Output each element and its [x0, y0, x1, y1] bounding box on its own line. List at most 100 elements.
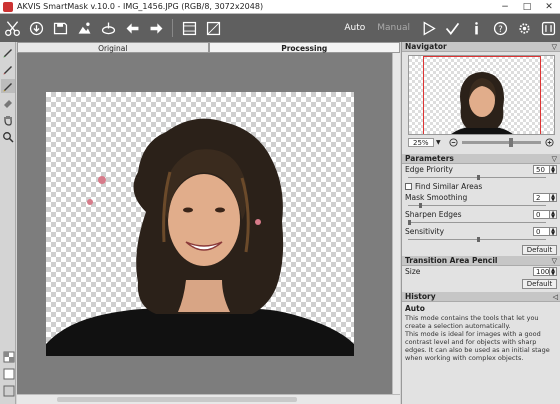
settings-panel: Navigator ▽ 25% ▼ Parameters ▽ Edge Priori…	[401, 42, 560, 404]
edge-priority-row: Edge Priority 50 ▲ ▼	[402, 164, 560, 175]
transition-pencil-title: Transition Area Pencil	[405, 256, 498, 265]
open-image-icon[interactable]	[25, 17, 47, 39]
zoom-out-icon[interactable]	[449, 138, 459, 148]
edge-priority-label: Edge Priority	[405, 165, 453, 174]
collapse-arrow-icon[interactable]: ◁	[553, 292, 558, 302]
sharpen-edges-row: Sharpen Edges 0 ▲ ▼	[402, 209, 560, 220]
scissors-icon[interactable]	[1, 17, 23, 39]
parameters-default-button[interactable]: Default	[522, 244, 557, 255]
drop-pencil-icon[interactable]	[1, 62, 15, 76]
sensitivity-spinner[interactable]: ▲ ▼	[550, 227, 557, 237]
collapse-arrow-icon[interactable]: ▽	[552, 42, 557, 52]
hand-icon[interactable]	[1, 113, 15, 127]
app-icon	[3, 1, 13, 12]
sensitivity-input[interactable]: 0	[533, 227, 550, 236]
chevron-down-icon[interactable]: ▼	[436, 139, 441, 146]
apply-check-icon[interactable]	[441, 17, 463, 39]
color-bg-icon[interactable]	[2, 384, 16, 398]
navigator-view-frame[interactable]	[423, 56, 541, 134]
parameters-header[interactable]: Parameters ▽	[402, 154, 560, 164]
slider-knob[interactable]	[419, 203, 423, 208]
title-bar: AKVIS SmartMask v.10.0 - IMG_1456.JPG (R…	[0, 0, 560, 14]
play-icon[interactable]	[417, 17, 439, 39]
horizontal-scroll-thumb[interactable]	[57, 397, 297, 402]
zoom-icon[interactable]	[1, 130, 15, 144]
find-similar-label: Find Similar Areas	[415, 182, 483, 191]
manual-mode-button[interactable]: Manual	[377, 23, 410, 33]
transition-pencil-header[interactable]: Transition Area Pencil ▽	[402, 256, 560, 266]
crop-icon[interactable]	[202, 17, 224, 39]
zoom-slider[interactable]	[461, 138, 541, 147]
parameters-title: Parameters	[405, 154, 454, 163]
size-spinner[interactable]: ▲ ▼	[550, 267, 557, 277]
size-row: Size 100 ▲ ▼	[402, 266, 560, 277]
sensitivity-slider[interactable]	[408, 237, 546, 242]
auto-mode-button[interactable]: Auto	[344, 23, 365, 33]
slider-knob[interactable]	[477, 175, 480, 180]
toolbar-separator	[172, 19, 173, 37]
navigator-title: Navigator	[405, 42, 447, 51]
edge-priority-spinner[interactable]: ▲ ▼	[550, 165, 557, 175]
sharpen-edges-label: Sharpen Edges	[405, 210, 462, 219]
sensitivity-label: Sensitivity	[405, 227, 445, 236]
history-text-1: This mode contains the tools that let yo…	[405, 314, 539, 330]
sharpen-edges-spinner[interactable]: ▲ ▼	[550, 210, 557, 220]
redo-icon[interactable]	[145, 17, 167, 39]
publish-icon[interactable]	[97, 17, 119, 39]
find-similar-checkbox[interactable]	[405, 183, 412, 190]
history-header[interactable]: History ◁	[402, 292, 560, 302]
collapse-arrow-icon[interactable]: ▽	[552, 256, 557, 266]
keep-pencil-icon[interactable]	[1, 45, 15, 59]
slider-knob[interactable]	[408, 220, 411, 225]
minimize-button[interactable]: −	[494, 0, 516, 14]
zoom-in-icon[interactable]	[544, 138, 554, 148]
mask-smoothing-spinner[interactable]: ▲ ▼	[550, 193, 557, 203]
film-icon[interactable]	[178, 17, 200, 39]
info-icon[interactable]	[465, 17, 487, 39]
pencil-default-row: Default	[402, 277, 560, 290]
mask-smoothing-slider[interactable]	[408, 203, 546, 208]
white-bg-icon[interactable]	[2, 367, 16, 381]
navigator-preview[interactable]	[408, 55, 555, 135]
parameters-default-row: Default	[402, 243, 560, 256]
slider-knob[interactable]	[477, 237, 480, 242]
undo-icon[interactable]	[121, 17, 143, 39]
collapse-arrow-icon[interactable]: ▽	[552, 154, 557, 164]
sharpen-edges-input[interactable]: 0	[533, 210, 550, 219]
history-subtitle: Auto	[405, 304, 425, 313]
tab-processing[interactable]: Processing	[208, 42, 400, 53]
checker-bg-icon[interactable]	[2, 350, 16, 364]
sharpen-edges-slider[interactable]	[408, 220, 546, 225]
preferences-icon[interactable]	[537, 17, 559, 39]
edge-priority-input[interactable]: 50	[533, 165, 550, 174]
image-canvas[interactable]	[17, 53, 392, 394]
tools-panel	[0, 42, 16, 404]
zoom-slider-knob[interactable]	[509, 138, 514, 147]
vertical-scrollbar[interactable]	[392, 53, 400, 394]
sensitivity-row: Sensitivity 0 ▲ ▼	[402, 226, 560, 237]
pencil-default-button[interactable]: Default	[522, 278, 557, 289]
size-input[interactable]: 100	[533, 267, 550, 276]
zoom-select[interactable]: 25%	[408, 138, 434, 147]
settings-gear-icon[interactable]	[513, 17, 535, 39]
eraser-icon[interactable]	[1, 96, 15, 110]
help-icon[interactable]: ?	[489, 17, 511, 39]
edge-priority-slider[interactable]	[408, 175, 546, 180]
view-tabs: Original Processing	[17, 42, 400, 53]
save-icon[interactable]	[49, 17, 71, 39]
navigator-header[interactable]: Navigator ▽	[402, 42, 560, 52]
tab-original[interactable]: Original	[17, 42, 209, 53]
horizontal-scrollbar[interactable]	[17, 394, 400, 404]
close-button[interactable]: ✕	[538, 0, 560, 14]
mask-smoothing-input[interactable]: 2	[533, 193, 550, 202]
transition-pencil-icon[interactable]	[1, 79, 15, 93]
maximize-button[interactable]: □	[516, 0, 538, 14]
transparent-background	[46, 92, 354, 356]
slider-track	[408, 205, 546, 206]
svg-text:?: ?	[498, 24, 503, 34]
find-similar-row: Find Similar Areas	[402, 181, 560, 192]
background-icon[interactable]	[73, 17, 95, 39]
mask-smoothing-label: Mask Smoothing	[405, 193, 468, 202]
window-title: AKVIS SmartMask v.10.0 - IMG_1456.JPG (R…	[17, 2, 264, 11]
history-title: History	[405, 292, 436, 301]
